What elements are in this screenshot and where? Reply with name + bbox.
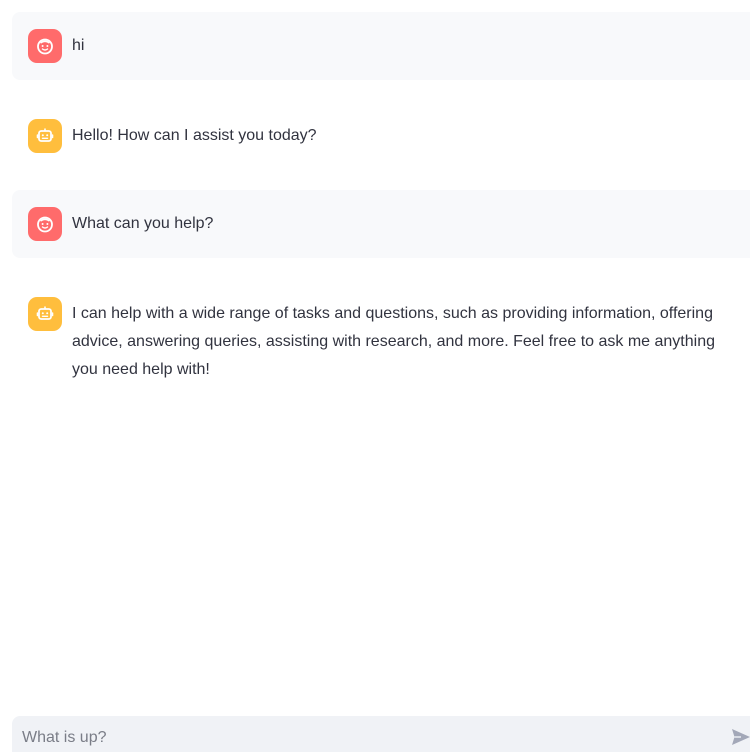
robot-icon: [36, 128, 54, 142]
user-face-icon: [37, 216, 53, 233]
send-icon: [732, 729, 750, 745]
assistant-avatar: [28, 119, 62, 153]
user-avatar: [28, 207, 62, 241]
assistant-avatar: [28, 297, 62, 331]
chat-message-assistant: I can help with a wide range of tasks an…: [12, 280, 750, 401]
chat-input[interactable]: [20, 725, 704, 751]
chat-message-user: hi: [12, 12, 750, 80]
robot-icon: [36, 306, 54, 320]
chat-message-assistant: Hello! How can I assist you today?: [12, 102, 750, 170]
chat-input-bar: [12, 716, 750, 752]
message-text: Hello! How can I assist you today?: [72, 127, 317, 144]
message-text: hi: [72, 37, 85, 54]
message-text: What can you help?: [72, 215, 214, 232]
chat-app: hi Hello! How can I assist you today? Wh…: [0, 0, 750, 752]
user-avatar: [28, 29, 62, 63]
message-text: I can help with a wide range of tasks an…: [72, 305, 715, 378]
message-list: hi Hello! How can I assist you today? Wh…: [12, 12, 750, 401]
user-face-icon: [37, 38, 53, 55]
chat-message-user: What can you help?: [12, 190, 750, 258]
send-button[interactable]: [730, 726, 750, 748]
